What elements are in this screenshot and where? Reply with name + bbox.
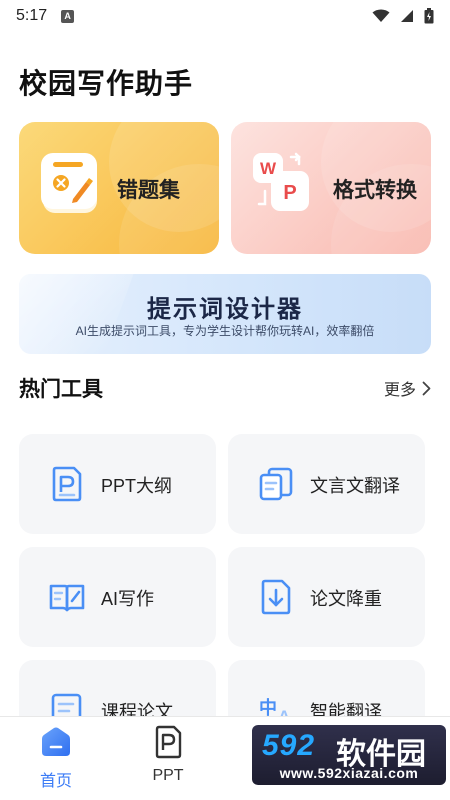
hot-tools-header: 热门工具 更多: [19, 374, 431, 402]
tool-label: AI写作: [101, 589, 155, 609]
watermark-url: www.592xiazai.com: [279, 765, 419, 781]
signal-icon: [401, 10, 413, 22]
ppt-icon: [155, 725, 182, 759]
status-indicators: [372, 8, 434, 24]
paper-rewrite-icon: [261, 579, 291, 615]
nav-label: PPT: [152, 767, 184, 784]
mistake-collection-card[interactable]: 错题集: [19, 122, 219, 254]
classical-translate-icon: [259, 467, 293, 501]
chevron-right-icon: [422, 381, 431, 395]
tool-label: 论文降重: [310, 589, 382, 609]
banner-subtitle: AI生成提示词工具，专为学生设计帮你玩转AI，效率翻倍: [75, 324, 375, 338]
wifi-icon: [372, 9, 390, 22]
card-label: 错题集: [117, 179, 180, 202]
nav-item-ppt[interactable]: PPT: [118, 717, 218, 800]
prompt-designer-banner[interactable]: 提示词设计器 AI生成提示词工具，专为学生设计帮你玩转AI，效率翻倍: [19, 274, 431, 354]
home-icon: [42, 727, 70, 756]
banner-title: 提示词设计器: [147, 294, 303, 323]
tool-card-classical-translate[interactable]: 文言文翻译: [228, 434, 425, 534]
section-title: 热门工具: [19, 378, 103, 401]
more-link[interactable]: 更多: [384, 376, 431, 400]
ppt-outline-icon: [52, 466, 82, 502]
notification-icon: A: [61, 9, 75, 23]
card-label: 格式转换: [333, 179, 417, 202]
tool-label: 文言文翻译: [310, 476, 400, 496]
format-convert-card[interactable]: W P 格式转换: [231, 122, 431, 254]
watermark-logo: 592 软件园 www.592xiazai.com: [252, 725, 446, 785]
battery-icon: [424, 8, 434, 24]
tool-card-ai-writing[interactable]: AI写作: [19, 547, 216, 647]
tool-card-paper-rewrite[interactable]: 论文降重: [228, 547, 425, 647]
more-label: 更多: [383, 382, 416, 399]
tool-label: PPT大纲: [101, 476, 173, 496]
watermark-number: 592: [262, 729, 316, 762]
ai-writing-icon: [49, 584, 85, 612]
svg-text:P: P: [283, 182, 296, 204]
page-title: 校园写作助手: [19, 68, 194, 99]
status-bar: 5:17 A: [0, 0, 450, 32]
error-notebook-icon: [41, 153, 97, 213]
status-time: 5:17: [16, 7, 48, 24]
word-to-pdf-convert-icon: W P: [253, 152, 309, 211]
nav-item-home[interactable]: 首页: [6, 717, 106, 800]
tool-card-ppt-outline[interactable]: PPT大纲: [19, 434, 216, 534]
nav-label: 首页: [39, 773, 72, 790]
